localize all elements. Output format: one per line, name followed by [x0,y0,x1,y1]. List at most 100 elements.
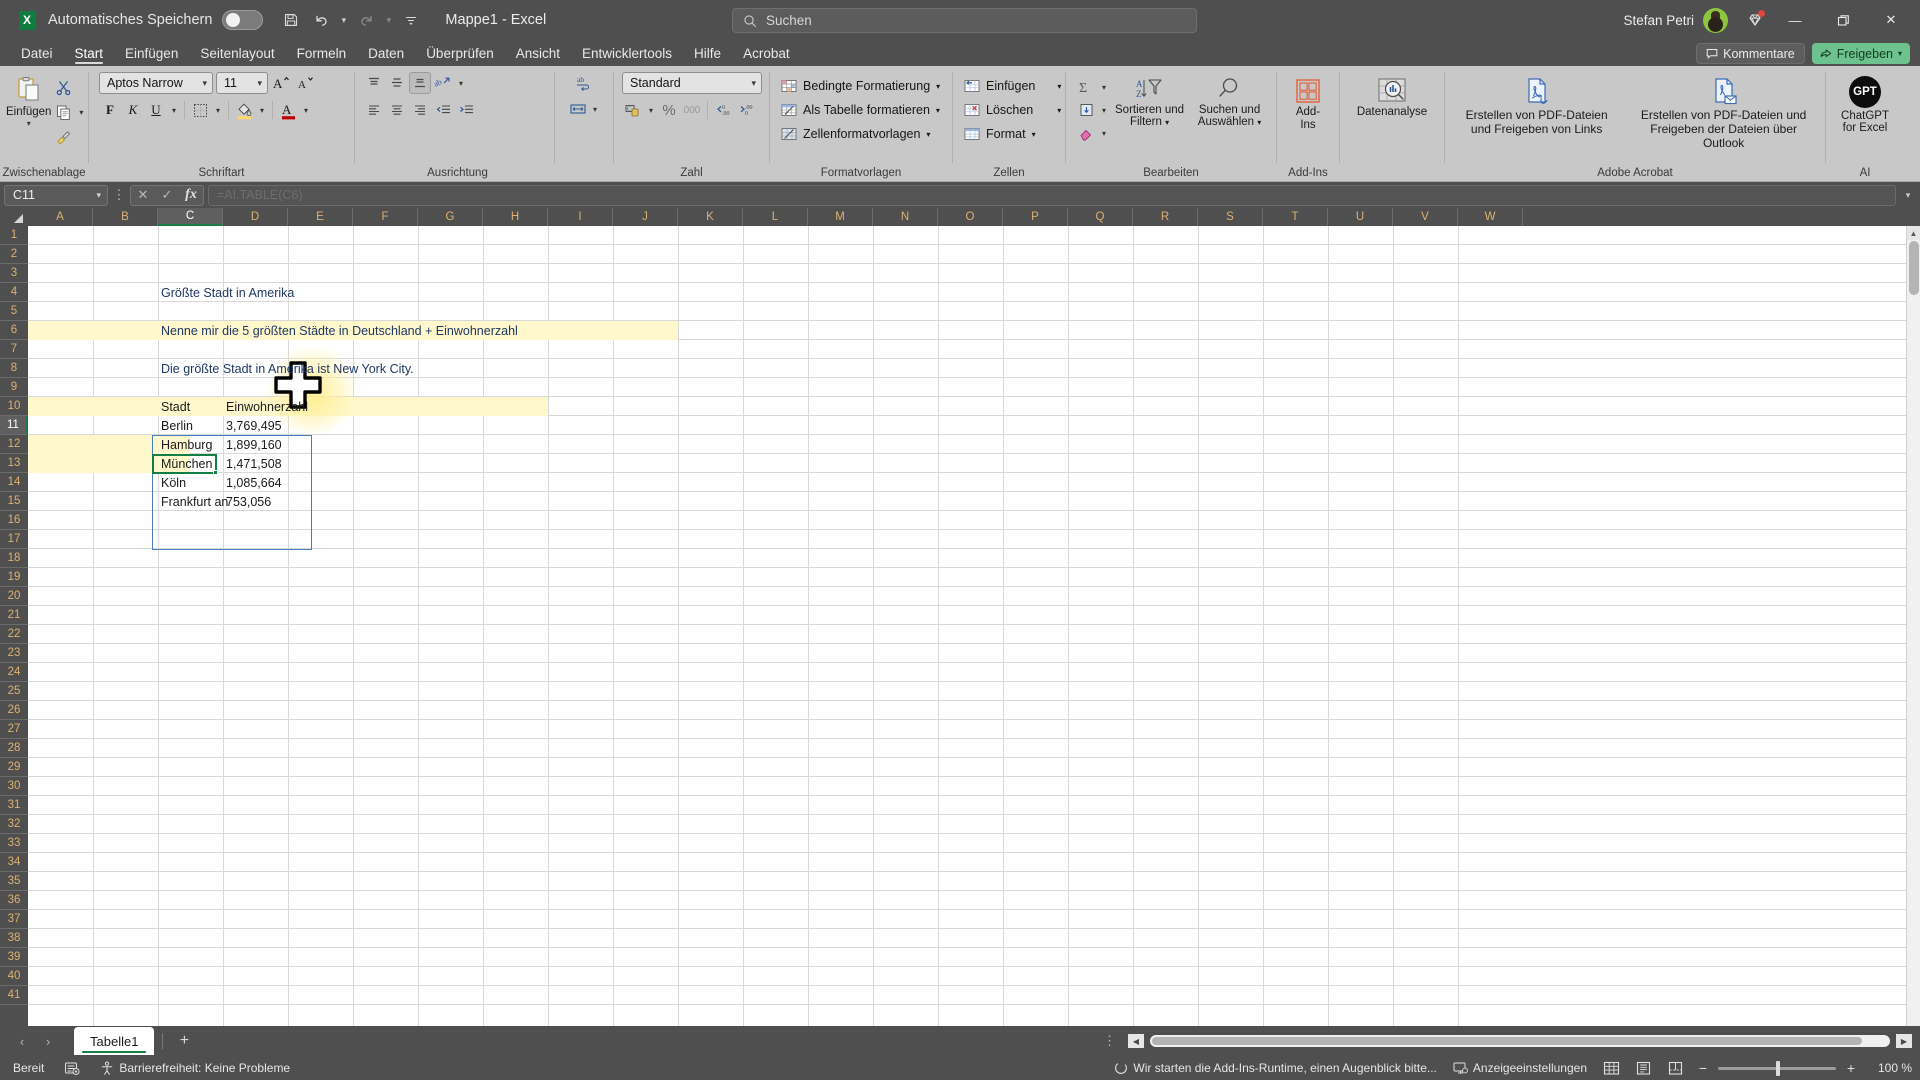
row-header-40[interactable]: 40 [0,967,28,986]
column-header-h[interactable]: H [483,208,548,226]
row-header-8[interactable]: 8 [0,359,28,378]
format-cells-dropdown-icon[interactable]: ▾ [1032,130,1036,139]
search-input[interactable]: Suchen [732,8,1197,33]
column-header-e[interactable]: E [288,208,353,226]
column-header-r[interactable]: R [1133,208,1198,226]
undo-dropdown-icon[interactable]: ▾ [337,15,350,26]
page-layout-view-icon[interactable] [1630,1058,1656,1078]
diamond-premium-icon[interactable] [1740,6,1770,34]
confirm-icon[interactable]: ✓ [155,186,179,205]
grow-font-icon[interactable]: A [271,72,293,94]
delete-cells-dropdown-icon[interactable]: ▾ [1057,106,1061,115]
column-header-d[interactable]: D [223,208,288,226]
add-sheet-icon[interactable]: + [171,1029,197,1053]
column-header-p[interactable]: P [1003,208,1068,226]
fill-icon[interactable] [1074,99,1098,121]
expand-formula-bar-icon[interactable]: ▾ [1900,185,1916,206]
display-settings[interactable]: Anzeigeeinstellungen [1448,1060,1592,1076]
tab-einfuegen[interactable]: Einfügen [114,43,189,66]
conditional-formatting-dropdown-icon[interactable]: ▾ [936,82,940,91]
row-header-5[interactable]: 5 [0,302,28,321]
merge-dropdown-icon[interactable]: ▾ [589,98,601,120]
cell-D13[interactable]: 1,471,508 [223,454,285,473]
format-as-table-button[interactable]: Als Tabelle formatieren ▾ [776,99,945,121]
cell-C6[interactable]: Nenne mir die 5 größten Städte in Deutsc… [158,321,521,340]
cell-C10[interactable]: Stadt [158,397,193,416]
cut-icon[interactable] [51,76,75,98]
align-right-icon[interactable] [409,99,431,121]
column-header-j[interactable]: J [613,208,678,226]
column-header-v[interactable]: V [1393,208,1458,226]
bold-button[interactable]: F [99,99,121,121]
row-header-14[interactable]: 14 [0,473,28,492]
insert-cells-dropdown-icon[interactable]: ▾ [1057,82,1061,91]
row-header-35[interactable]: 35 [0,872,28,891]
format-as-table-dropdown-icon[interactable]: ▾ [936,106,940,115]
font-color-dropdown-icon[interactable]: ▾ [300,99,312,121]
zoom-out-button[interactable]: − [1694,1060,1712,1076]
row-header-38[interactable]: 38 [0,929,28,948]
shrink-font-icon[interactable]: A [296,72,318,94]
copy-icon[interactable] [51,101,75,123]
decrease-decimal-icon[interactable]: 0.00 [712,99,734,121]
row-header-31[interactable]: 31 [0,796,28,815]
row-header-13[interactable]: 13 [0,454,28,473]
row-header-36[interactable]: 36 [0,891,28,910]
row-header-27[interactable]: 27 [0,720,28,739]
percent-format-icon[interactable]: % [658,99,680,121]
row-header-33[interactable]: 33 [0,834,28,853]
column-header-a[interactable]: A [28,208,93,226]
formula-bar-more-icon[interactable]: ⋮ [112,188,126,201]
cell-styles-button[interactable]: Zellenformatvorlagen ▾ [776,123,945,145]
row-header-34[interactable]: 34 [0,853,28,872]
paste-button[interactable]: Einfügen ▾ [6,72,51,128]
clear-icon[interactable] [1074,122,1098,144]
row-header-22[interactable]: 22 [0,625,28,644]
vertical-scroll-thumb[interactable] [1909,241,1919,295]
row-header-7[interactable]: 7 [0,340,28,359]
insert-function-icon[interactable]: fx [179,186,203,205]
row-header-11[interactable]: 11 [0,416,28,435]
find-select-dropdown-icon[interactable]: ▾ [1257,118,1261,127]
format-painter-icon[interactable] [51,126,75,148]
row-header-9[interactable]: 9 [0,378,28,397]
scroll-up-icon[interactable]: ▲ [1907,226,1920,240]
sheet-tab-tabelle1[interactable]: Tabelle1 [74,1027,155,1055]
column-header-g[interactable]: G [418,208,483,226]
tab-daten[interactable]: Daten [357,43,415,66]
borders-dropdown-icon[interactable]: ▾ [212,99,224,121]
autosum-icon[interactable]: Σ [1074,76,1098,98]
row-header-39[interactable]: 39 [0,948,28,967]
name-box-dropdown-icon[interactable]: ▾ [96,190,101,201]
cell-C15[interactable]: Frankfurt an [158,492,231,511]
row-header-2[interactable]: 2 [0,245,28,264]
fill-dropdown-icon[interactable]: ▾ [1098,99,1110,121]
column-header-c[interactable]: C [158,208,223,226]
normal-view-icon[interactable] [1598,1058,1624,1078]
cell-C14[interactable]: Köln [158,473,189,492]
tab-entwicklertools[interactable]: Entwicklertools [571,43,683,66]
hscroll-right-icon[interactable]: ▶ [1896,1034,1912,1048]
page-break-view-icon[interactable] [1662,1058,1688,1078]
cell-area[interactable]: Größte Stadt in Amerika Nenne mir die 5 g… [28,226,1920,1026]
column-header-t[interactable]: T [1263,208,1328,226]
row-header-21[interactable]: 21 [0,606,28,625]
horizontal-scroll-thumb[interactable] [1152,1037,1862,1045]
italic-button[interactable]: K [122,99,144,121]
row-header-1[interactable]: 1 [0,226,28,245]
row-header-23[interactable]: 23 [0,644,28,663]
accounting-format-icon[interactable]: C [622,99,644,121]
cell-D15[interactable]: 753,056 [223,492,274,511]
accessibility-status[interactable]: Barrierefreiheit: Keine Probleme [95,1060,295,1077]
formula-input[interactable]: =AI.TABLE(C6) [208,184,1896,206]
orientation-icon[interactable]: ab [432,72,454,94]
addins-button[interactable]: Add- Ins [1284,72,1332,131]
row-header-24[interactable]: 24 [0,663,28,682]
cell-D12[interactable]: 1,899,160 [223,435,285,454]
column-header-w[interactable]: W [1458,208,1523,226]
tab-datei[interactable]: Datei [10,43,64,66]
increase-indent-icon[interactable] [455,99,477,121]
row-header-20[interactable]: 20 [0,587,28,606]
autosave-toggle[interactable] [222,10,264,30]
cell-C12[interactable]: Hamburg [158,435,215,454]
